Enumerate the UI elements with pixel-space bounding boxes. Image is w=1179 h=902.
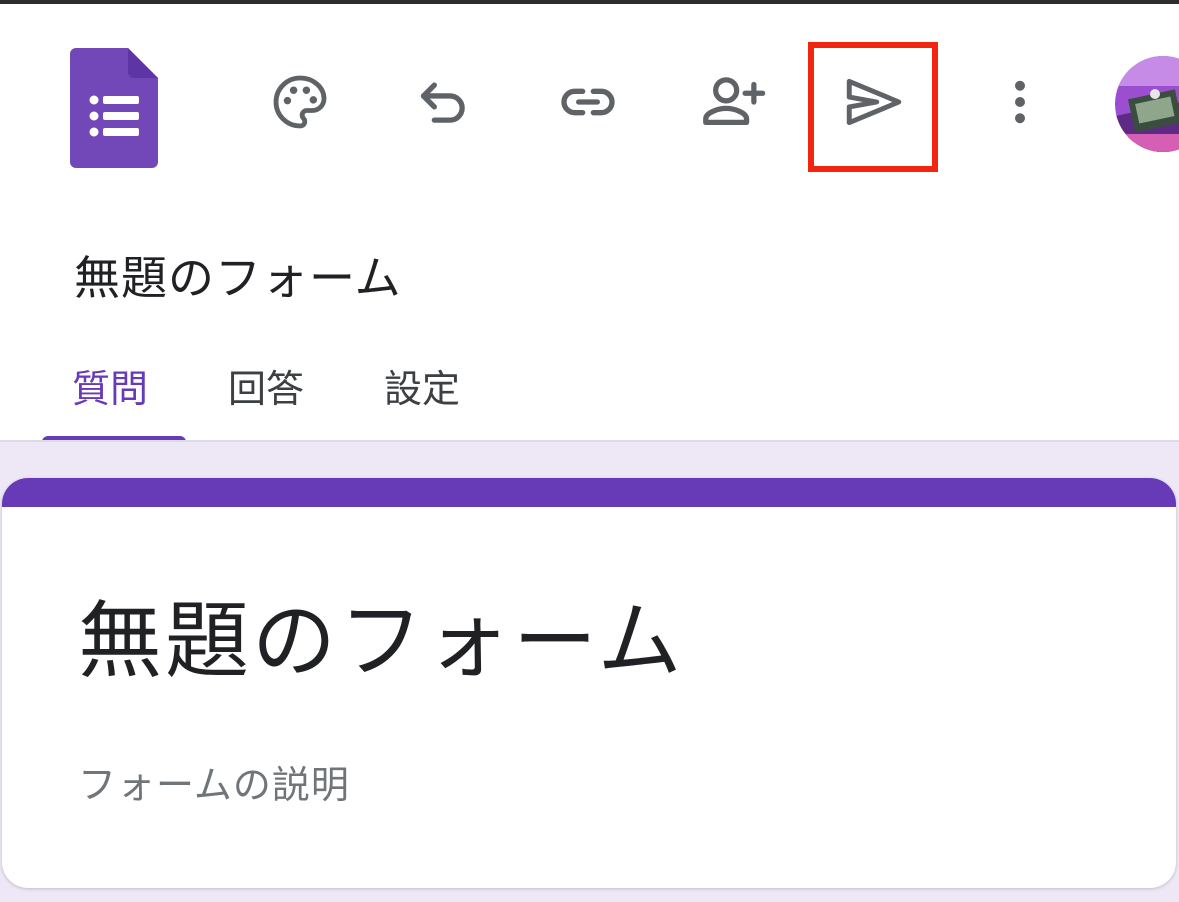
form-title-field[interactable]: 無題のフォーム	[78, 574, 684, 695]
add-collaborator-icon	[703, 77, 766, 126]
tab-bar: 質問 回答 設定	[42, 358, 642, 445]
more-options-button[interactable]	[980, 62, 1060, 142]
tab-questions[interactable]: 質問	[72, 358, 172, 445]
tab-responses[interactable]: 回答	[228, 358, 328, 445]
copy-link-button[interactable]	[548, 62, 628, 142]
undo-button[interactable]	[404, 62, 484, 142]
tab-settings[interactable]: 設定	[384, 358, 484, 445]
tab-responses-label: 回答	[228, 367, 305, 411]
form-header-card: 無題のフォーム フォームの説明	[2, 478, 1176, 888]
add-collaborator-button[interactable]	[692, 62, 772, 142]
palette-button[interactable]	[260, 62, 340, 142]
google-forms-icon[interactable]	[70, 48, 158, 168]
account-avatar[interactable]	[1115, 56, 1179, 152]
send-button-highlight	[808, 42, 938, 172]
tab-settings-label: 設定	[384, 367, 461, 411]
document-title[interactable]: 無題のフォーム	[74, 242, 402, 308]
form-description-field[interactable]: フォームの説明	[78, 754, 350, 809]
card-accent-bar	[2, 478, 1176, 507]
palette-icon	[273, 75, 327, 129]
app-header: 無題のフォーム 質問 回答 設定	[0, 4, 1179, 445]
link-icon	[561, 88, 615, 116]
tab-questions-label: 質問	[72, 367, 149, 411]
undo-icon	[420, 82, 465, 123]
more-vert-icon	[1015, 80, 1025, 124]
